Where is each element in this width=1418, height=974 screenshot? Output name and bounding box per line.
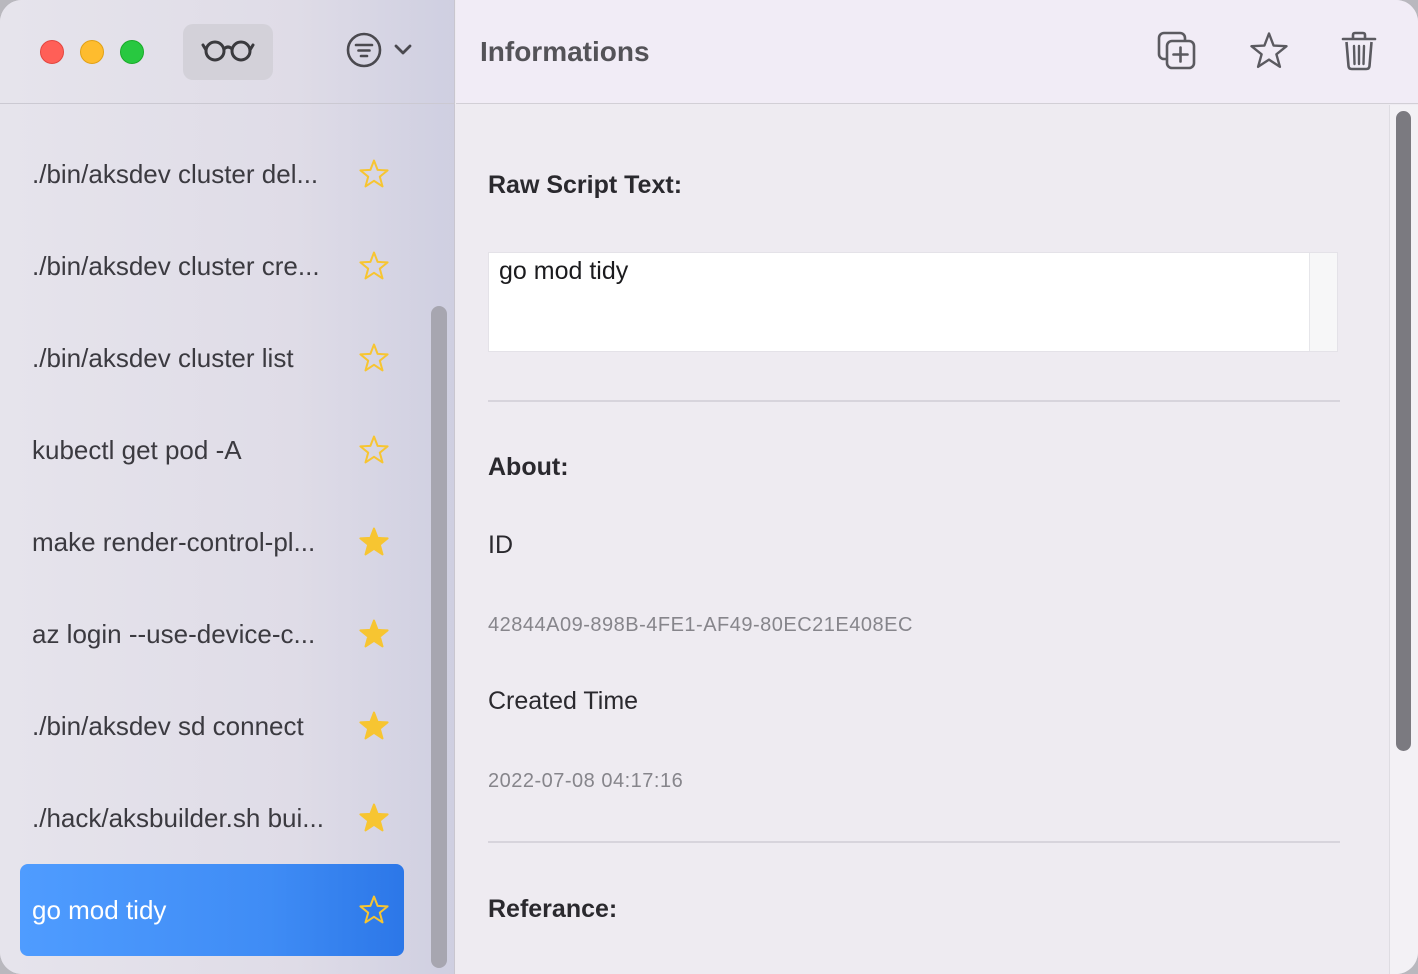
script-list: ./bin/aksdev cluster del... ./bin/aksdev… [20, 128, 404, 956]
sidebar-scrollbar[interactable] [431, 306, 447, 968]
about-heading: About: [488, 453, 569, 481]
star-outline-icon[interactable] [358, 894, 390, 926]
filter-menu-button[interactable] [344, 32, 420, 72]
window-minimize-button[interactable] [80, 40, 104, 64]
raw-script-textarea[interactable]: go mod tidy [488, 252, 1338, 352]
star-outline-icon[interactable] [358, 342, 390, 374]
window-zoom-button[interactable] [120, 40, 144, 64]
list-item-label: ./bin/aksdev sd connect [32, 711, 304, 741]
raw-script-heading: Raw Script Text: [488, 171, 683, 199]
view-mode-button[interactable] [183, 24, 273, 80]
textarea-scrollbar[interactable] [1309, 253, 1337, 351]
star-filled-icon[interactable] [358, 618, 390, 650]
detail-scrollbar[interactable] [1396, 111, 1411, 751]
star-icon[interactable] [1248, 30, 1290, 72]
list-item[interactable]: kubectl get pod -A [20, 404, 404, 496]
trash-icon[interactable] [1338, 30, 1380, 72]
duplicate-icon[interactable] [1156, 30, 1198, 72]
app-window: ./bin/aksdev cluster del... ./bin/aksdev… [0, 0, 1418, 974]
list-item[interactable]: ./bin/aksdev cluster del... [20, 128, 404, 220]
star-filled-icon[interactable] [358, 526, 390, 558]
raw-script-text: go mod tidy [499, 257, 629, 285]
id-value: 42844A09-898B-4FE1-AF49-80EC21E408EC [488, 614, 913, 636]
list-item-label: ./bin/aksdev cluster list [32, 343, 294, 373]
id-label: ID [488, 531, 513, 559]
list-item-label: make render-control-pl... [32, 527, 316, 557]
list-item[interactable]: ./bin/aksdev cluster list [20, 312, 404, 404]
divider [488, 400, 1340, 402]
list-item[interactable]: ./bin/aksdev sd connect [20, 680, 404, 772]
list-item-label: kubectl get pod -A [32, 435, 242, 465]
detail-content: Raw Script Text: go mod tidy About: ID 4… [456, 105, 1418, 974]
glasses-icon [200, 37, 256, 68]
window-close-button[interactable] [40, 40, 64, 64]
list-item-label: ./hack/aksbuilder.sh bui... [32, 803, 324, 833]
list-item-label: ./bin/aksdev cluster cre... [32, 251, 320, 281]
list-item-selected[interactable]: go mod tidy [20, 864, 404, 956]
star-outline-icon[interactable] [358, 434, 390, 466]
list-item-label: az login --use-device-c... [32, 619, 316, 649]
list-item-label: ./bin/aksdev cluster del... [32, 159, 319, 189]
list-item[interactable]: az login --use-device-c... [20, 588, 404, 680]
detail-toolbar: Informations [456, 0, 1418, 104]
reference-heading: Referance: [488, 895, 618, 923]
page-title: Informations [480, 36, 650, 67]
created-time-label: Created Time [488, 687, 639, 715]
chevron-down-icon [394, 43, 412, 61]
star-outline-icon[interactable] [358, 158, 390, 190]
list-item[interactable]: ./hack/aksbuilder.sh bui... [20, 772, 404, 864]
star-filled-icon[interactable] [358, 802, 390, 834]
filter-icon [344, 30, 384, 75]
star-outline-icon[interactable] [358, 250, 390, 282]
created-time-value: 2022-07-08 04:17:16 [488, 770, 684, 792]
list-item-label: go mod tidy [32, 895, 167, 925]
star-filled-icon[interactable] [358, 710, 390, 742]
sidebar-toolbar [0, 0, 455, 104]
divider [488, 841, 1340, 843]
list-item[interactable]: make render-control-pl... [20, 496, 404, 588]
list-item[interactable]: ./bin/aksdev cluster cre... [20, 220, 404, 312]
sidebar: ./bin/aksdev cluster del... ./bin/aksdev… [0, 0, 455, 974]
